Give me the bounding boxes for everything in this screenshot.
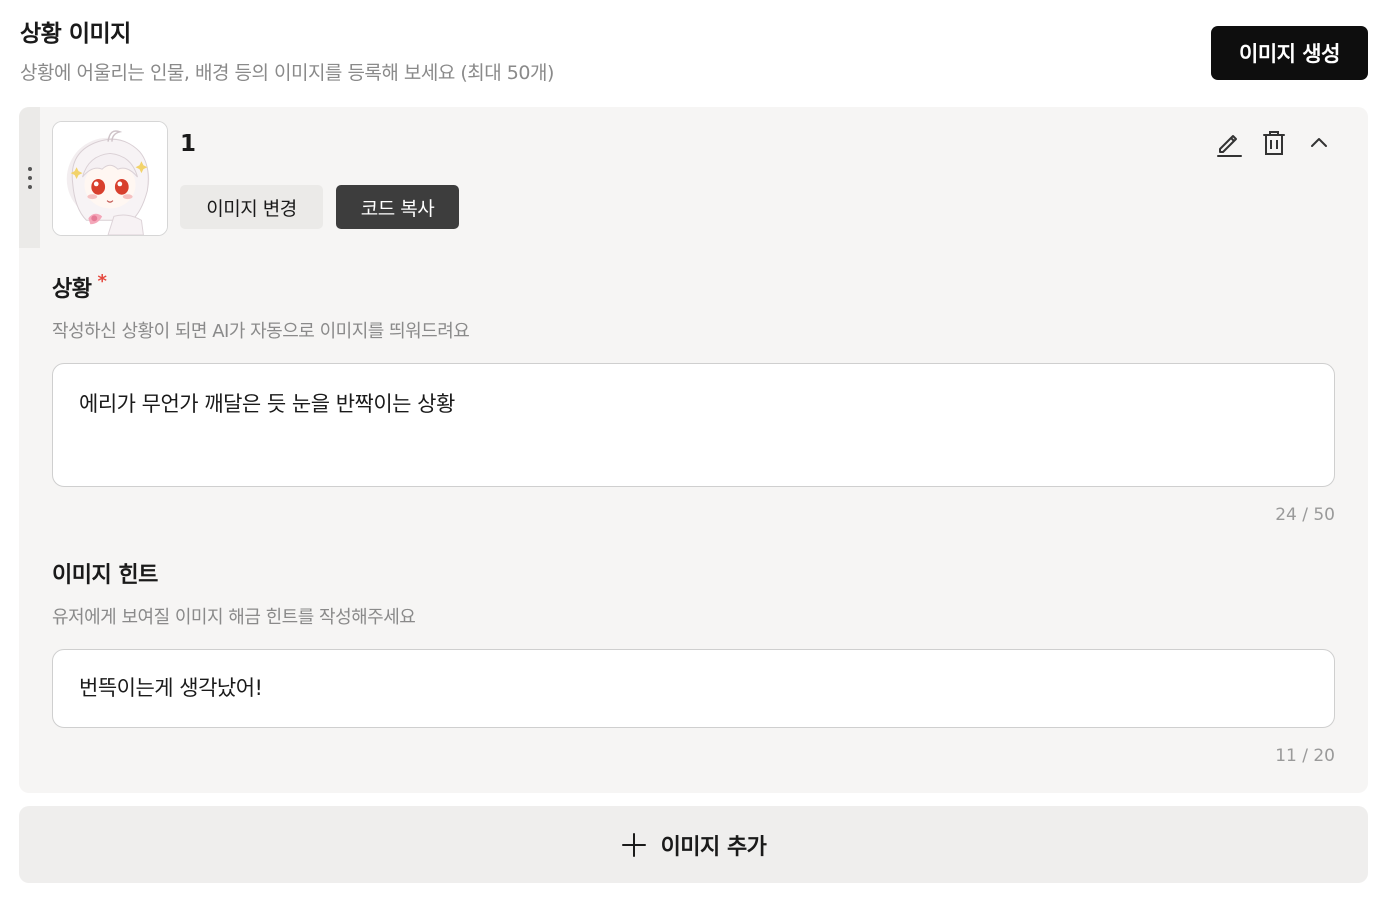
situation-image-section: 상황 이미지 상황에 어울리는 인물, 배경 등의 이미지를 등록해 보세요 (… — [0, 0, 1396, 920]
hint-label: 이미지 힌트 — [52, 563, 158, 588]
hint-value: 번뜩이는게 생각났어! — [79, 676, 263, 700]
hint-input[interactable]: 번뜩이는게 생각났어! — [52, 649, 1335, 728]
section-title: 상황 이미지 — [20, 21, 131, 47]
situation-textarea[interactable]: 에리가 무언가 깨달은 듯 눈을 반짝이는 상황 — [52, 363, 1335, 487]
situation-help: 작성하신 상황이 되면 AI가 자동으로 이미지를 띄워드려요 — [52, 321, 470, 342]
drag-handle[interactable] — [19, 107, 40, 248]
situation-label-text: 상황 — [52, 277, 92, 302]
required-mark: * — [97, 271, 107, 292]
image-thumbnail[interactable] — [52, 121, 168, 236]
situation-label: 상황 * — [52, 271, 107, 303]
situation-counter: 24 / 50 — [1275, 505, 1335, 525]
add-image-button[interactable]: 이미지 추가 — [19, 806, 1368, 883]
hint-counter: 11 / 20 — [1275, 746, 1335, 766]
drag-handle-icon — [27, 167, 32, 189]
trash-icon — [1263, 131, 1285, 155]
plus-icon — [621, 832, 646, 857]
collapse-button[interactable] — [1302, 126, 1336, 160]
edit-button[interactable] — [1212, 126, 1246, 160]
copy-code-button[interactable]: 코드 복사 — [336, 185, 459, 229]
add-image-label: 이미지 추가 — [660, 834, 767, 860]
hint-help: 유저에게 보여질 이미지 해금 힌트를 작성해주세요 — [52, 607, 416, 628]
image-item-card: 1 이미지 변경 코드 복사 상황 * 작성하신 상황이 되면 AI가 자동으로… — [19, 107, 1368, 793]
situation-value: 에리가 무언가 깨달은 듯 눈을 반짝이는 상황 — [79, 392, 455, 416]
pencil-icon — [1217, 135, 1242, 157]
section-description: 상황에 어울리는 인물, 배경 등의 이미지를 등록해 보세요 (최대 50개) — [20, 62, 554, 84]
change-image-button[interactable]: 이미지 변경 — [180, 185, 323, 229]
generate-image-button[interactable]: 이미지 생성 — [1211, 26, 1368, 80]
character-image — [53, 122, 167, 235]
chevron-up-icon — [1311, 138, 1327, 147]
delete-button[interactable] — [1257, 126, 1291, 160]
item-number: 1 — [180, 131, 197, 157]
